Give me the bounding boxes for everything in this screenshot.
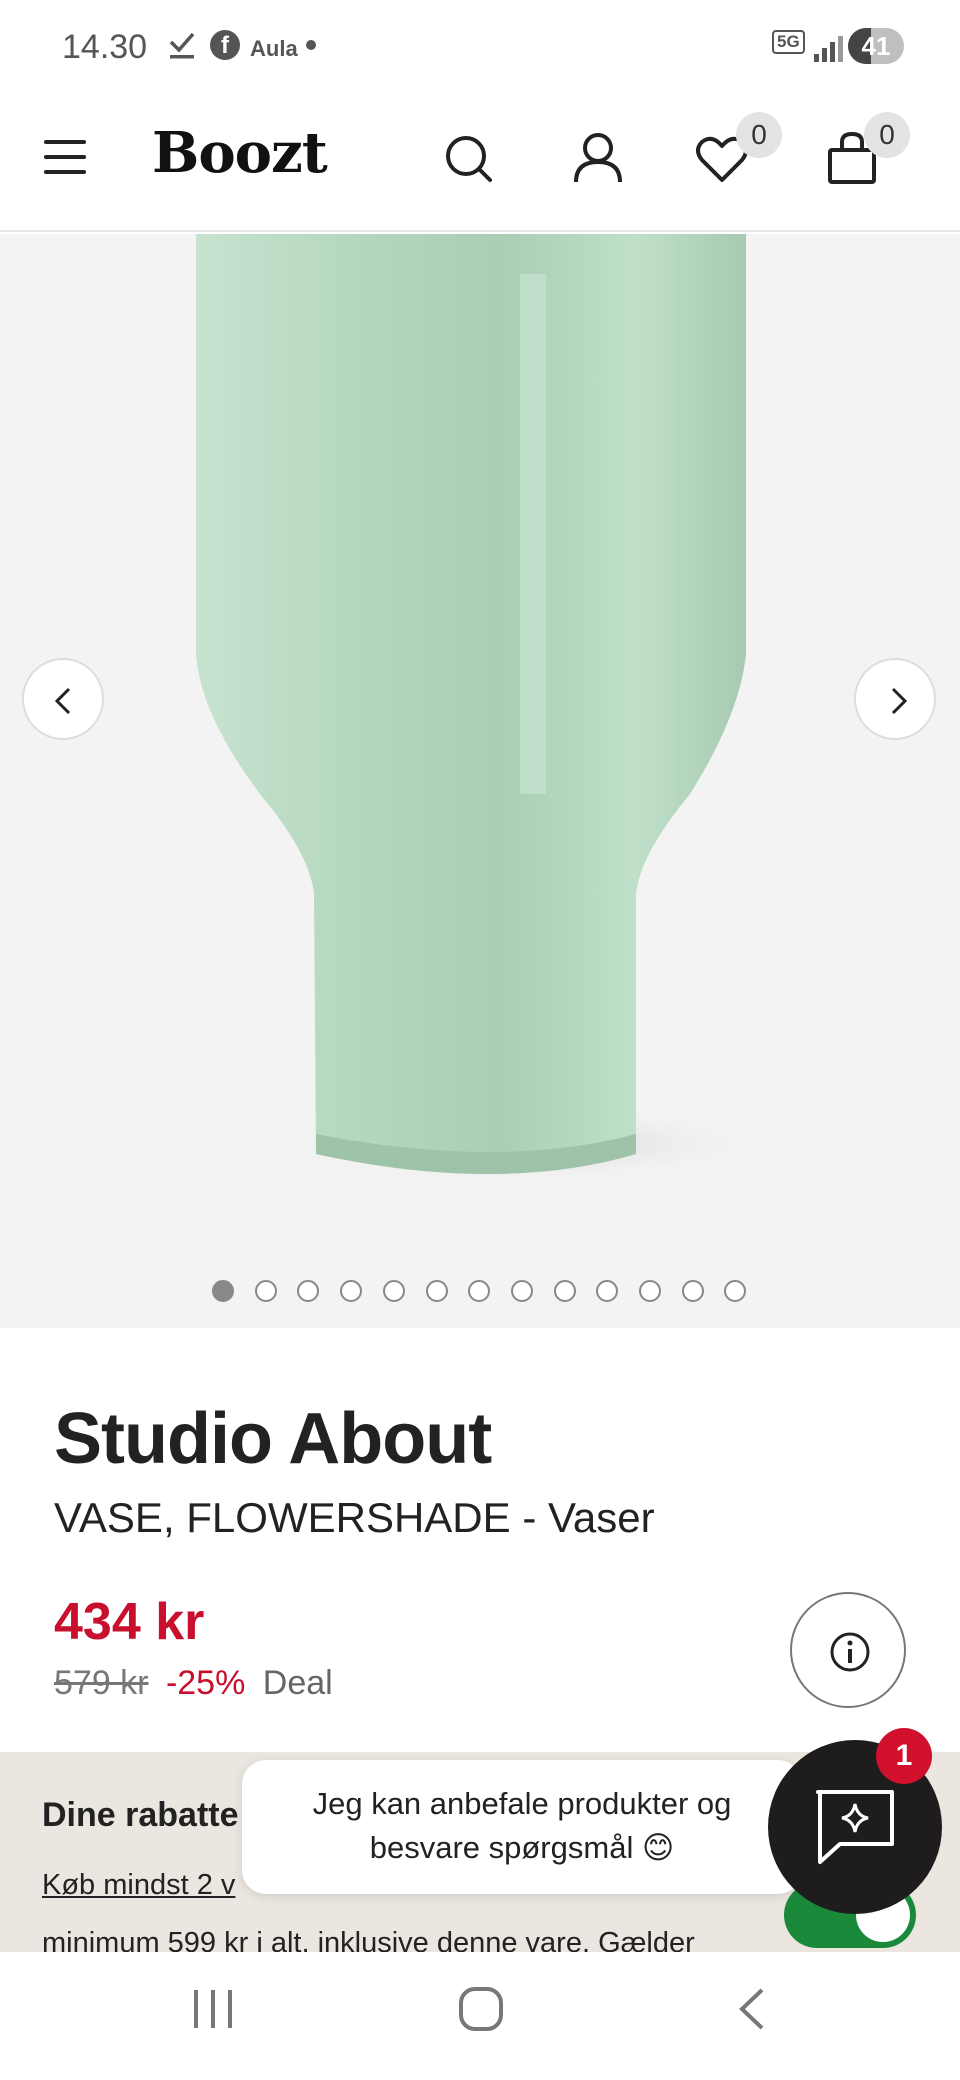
price-info-button[interactable] bbox=[790, 1592, 906, 1708]
chat-sparkle-icon bbox=[816, 1790, 894, 1864]
product-price: 434 kr bbox=[54, 1593, 205, 1651]
deal-label: Deal bbox=[262, 1664, 333, 1702]
gallery-next-button[interactable] bbox=[854, 658, 936, 740]
pagination-dot[interactable] bbox=[254, 1280, 277, 1302]
chat-message-line1: Jeg kan anbefale produkter og bbox=[312, 1786, 732, 1821]
product-image-gallery[interactable] bbox=[0, 234, 960, 1328]
5g-icon: 5G bbox=[772, 30, 805, 54]
gallery-prev-button[interactable] bbox=[22, 658, 104, 740]
status-time: 14.30 bbox=[62, 28, 148, 66]
boozt-logo[interactable]: Boozt bbox=[152, 120, 328, 186]
old-price: 579 kr bbox=[54, 1664, 149, 1702]
system-navigation-bar bbox=[0, 1952, 960, 2080]
aula-icon: Aula bbox=[250, 36, 298, 61]
search-icon[interactable] bbox=[440, 128, 500, 188]
product-name: VASE, FLOWERSHADE - Vaser bbox=[54, 1494, 655, 1541]
status-bar: 14.30 f Aula 5G 41 bbox=[0, 0, 960, 100]
pagination-dot[interactable] bbox=[639, 1280, 661, 1302]
info-icon bbox=[830, 1632, 870, 1672]
battery-level: 41 bbox=[861, 31, 891, 61]
chat-suggestion-bubble[interactable]: Jeg kan anbefale produkter og besvare sp… bbox=[242, 1760, 802, 1894]
price-details: 579 kr -25% Deal bbox=[54, 1664, 333, 1703]
pagination-dot[interactable] bbox=[212, 1280, 234, 1302]
chevron-left-icon bbox=[54, 687, 71, 715]
chat-unread-badge: 1 bbox=[876, 1728, 932, 1784]
notification-dot-icon bbox=[306, 40, 316, 50]
wishlist-count-badge: 0 bbox=[736, 112, 782, 158]
pagination-dot[interactable] bbox=[553, 1280, 576, 1302]
discount-title: Dine rabatte bbox=[42, 1796, 239, 1834]
check-icon bbox=[168, 30, 196, 68]
site-header: Boozt 0 0 bbox=[0, 100, 960, 232]
pagination-dot[interactable] bbox=[382, 1280, 405, 1302]
battery-icon: 41 bbox=[848, 28, 904, 64]
pagination-dot[interactable] bbox=[425, 1280, 448, 1302]
hamburger-menu-icon[interactable] bbox=[44, 140, 86, 174]
pagination-dot[interactable] bbox=[340, 1280, 363, 1302]
pagination-dot[interactable] bbox=[510, 1280, 533, 1302]
signal-icon bbox=[812, 34, 843, 62]
product-image[interactable] bbox=[0, 234, 960, 1328]
account-icon[interactable] bbox=[568, 128, 628, 188]
facebook-icon: f bbox=[210, 30, 240, 60]
back-icon[interactable] bbox=[730, 1986, 776, 2037]
pagination-dot[interactable] bbox=[681, 1280, 704, 1302]
chat-message-line2: besvare spørgsmål 😊 bbox=[369, 1830, 675, 1865]
recent-apps-icon[interactable] bbox=[190, 1986, 236, 2037]
product-brand[interactable]: Studio About bbox=[54, 1398, 492, 1480]
home-icon[interactable] bbox=[458, 1986, 504, 2037]
chevron-right-icon bbox=[891, 687, 908, 715]
discount-percent: -25% bbox=[165, 1664, 246, 1702]
cart-count-badge: 0 bbox=[864, 112, 910, 158]
